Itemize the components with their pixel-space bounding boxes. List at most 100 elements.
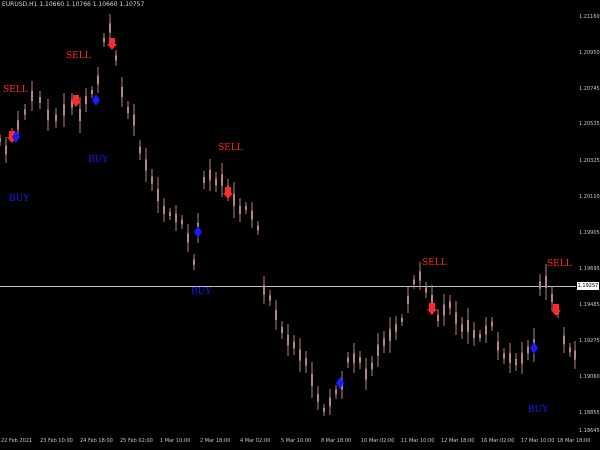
time-label: 17 Mar 10:00 (521, 438, 555, 444)
candle-body (389, 329, 391, 341)
time-label: 1 Mar 10:00 (160, 438, 191, 444)
sell-arrow-icon (223, 187, 233, 199)
candle-body (455, 312, 457, 324)
candle-body (17, 120, 19, 130)
time-label: 10 Mar 02:00 (361, 438, 395, 444)
candle-body (151, 176, 153, 184)
candle-body (63, 104, 65, 116)
candle-body (121, 87, 123, 97)
candle-body (527, 346, 529, 354)
candle-body (163, 206, 165, 214)
candle-body (157, 189, 159, 201)
buy-signal-label: BUY (88, 155, 109, 165)
candle-body (293, 341, 295, 349)
candle-body (193, 259, 195, 265)
candle-body (115, 55, 117, 61)
candle-body (133, 114, 135, 126)
price-label: 1.19485 (579, 302, 600, 308)
buy-signal-label: BUY (191, 287, 212, 297)
candle-body (79, 109, 81, 121)
candle-body (497, 341, 499, 351)
price-label: 1.18855 (579, 410, 600, 416)
sell-signal-label: SELL (422, 258, 447, 268)
time-label: 4 Mar 02:00 (240, 438, 271, 444)
candle-body (371, 362, 373, 370)
price-label: 1.20110 (579, 194, 600, 200)
candle-body (563, 335, 565, 345)
price-label: 1.19060 (579, 374, 600, 380)
time-label: 18 Mar 18:00 (557, 438, 591, 444)
candle-body (521, 352, 523, 364)
candle-body (233, 194, 235, 206)
candle-body (299, 349, 301, 361)
candle-body (503, 353, 505, 359)
buy-arrow-icon (194, 226, 202, 238)
symbol-info: EURUSD,H1 1.10660 1.10766 1.10660 1.1075… (2, 1, 145, 8)
price-label: 1.19275 (579, 338, 600, 344)
time-label: 2 Mar 18:00 (200, 438, 231, 444)
candle-body (203, 177, 205, 183)
candle-body (109, 23, 111, 33)
candle-body (127, 107, 129, 113)
candle-body (139, 146, 141, 154)
candle-body (473, 330, 475, 338)
candle-body (323, 408, 325, 412)
time-label: 12 Mar 18:00 (441, 438, 475, 444)
candle-body (491, 321, 493, 327)
buy-arrow-icon (92, 94, 100, 106)
candle-body (209, 169, 211, 181)
candle-body (485, 325, 487, 335)
sell-signal-label: SELL (218, 143, 243, 153)
candle-body (365, 368, 367, 380)
price-label: 1.21160 (579, 14, 600, 20)
candle-body (317, 394, 319, 402)
candle-body (437, 315, 439, 321)
candle-body (0, 138, 1, 142)
candle-body (407, 295, 409, 305)
sell-signal-label: SELL (547, 259, 572, 269)
candle-body (335, 389, 337, 395)
candle-body (281, 327, 283, 333)
candle-body (449, 301, 451, 309)
candle-body (215, 178, 217, 186)
candle-body (359, 357, 361, 363)
price-label: 1.20950 (579, 50, 600, 56)
candle-body (509, 353, 511, 363)
candle-body (419, 271, 421, 281)
candle-body (39, 97, 41, 103)
candle-body (245, 206, 247, 210)
sell-arrow-icon (427, 303, 437, 315)
candle-body (305, 358, 307, 366)
time-label: 25 Feb 02:00 (120, 438, 153, 444)
buy-signal-label: BUY (9, 194, 30, 204)
candle-body (24, 109, 26, 115)
buy-signal-label: BUY (528, 405, 549, 415)
candle-body (539, 281, 541, 289)
price-chart[interactable] (0, 0, 576, 437)
candle-body (467, 320, 469, 332)
candle-body (461, 324, 463, 332)
candle-body (31, 91, 33, 101)
candle-body (425, 287, 427, 293)
candle-body (377, 344, 379, 356)
candle-body (287, 334, 289, 346)
time-label: 23 Feb 10:00 (40, 438, 73, 444)
time-label: 11 Mar 10:00 (401, 438, 435, 444)
sell-signal-label: SELL (66, 51, 91, 61)
current-price-tag: 1.19257 (577, 282, 599, 290)
candle-body (5, 145, 7, 155)
candle-body (551, 294, 553, 302)
candle-body (443, 304, 445, 316)
candle-body (169, 212, 171, 216)
price-label: 1.20535 (579, 121, 600, 127)
candle-body (401, 318, 403, 322)
candle-body (145, 159, 147, 171)
candle-body (515, 359, 517, 365)
candle-body (257, 225, 259, 231)
candle-body (413, 279, 415, 285)
candle-body (175, 213, 177, 223)
buy-arrow-icon (530, 342, 538, 354)
sell-arrow-icon (107, 38, 117, 50)
time-label: 24 Feb 18:00 (80, 438, 113, 444)
chart-window[interactable]: EURUSD,H1 1.10660 1.10766 1.10660 1.1075… (0, 0, 600, 450)
